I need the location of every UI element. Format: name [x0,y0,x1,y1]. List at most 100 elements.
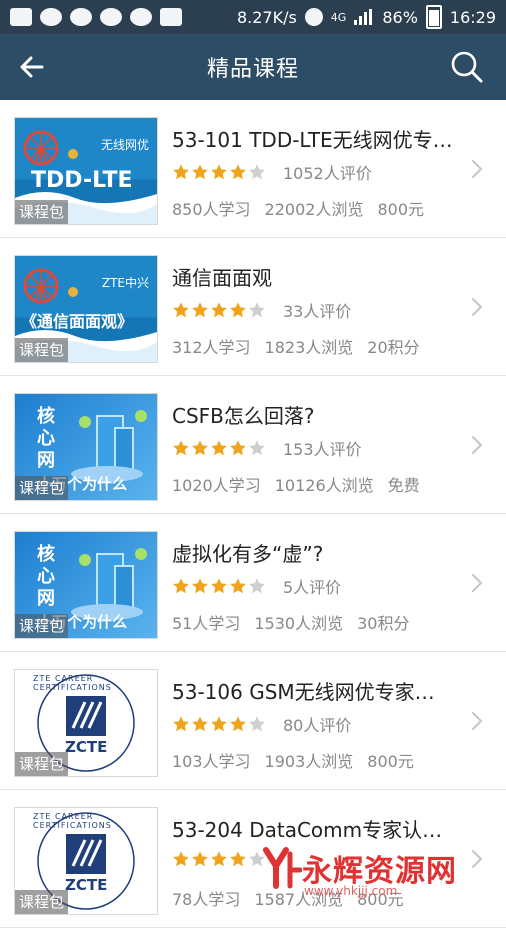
review-count: 153人评价 [283,440,362,459]
thumb-title: TDD-LTE [31,168,133,193]
course-rating [172,850,283,868]
course-thumbnail[interactable]: ZTE CAREER CERTIFICATIONS ZCTE 课程包 [14,807,158,915]
star-icon [173,578,189,594]
thumb-subtitle: ZTE CAREER CERTIFICATIONS [33,674,112,692]
star-icon [230,716,246,732]
weather-icon [130,8,152,26]
star-icon [230,302,246,318]
course-package-tag: 课程包 [15,890,69,914]
course-title: 53-106 GSM无线网优专家… [172,680,435,704]
course-rating: 5人评价 [172,574,341,598]
course-title: 通信面面观 [172,266,272,290]
app-icon [100,8,122,26]
course-title: CSFB怎么回落? [172,404,315,428]
app-bar: 精品课程 [0,34,506,100]
course-thumbnail[interactable]: 核心网 十万个为什么 课程包 [14,531,158,639]
clock: 16:29 [449,7,496,27]
star-icon [249,578,265,594]
course-thumbnail[interactable]: 《通信面面观》 ZTE中兴课程包 [14,255,158,363]
thumb-title: 核心网 [37,544,55,609]
cloud-icon [70,8,92,26]
course-rating: 1052人评价 [172,160,372,184]
course-price: 免费 [387,476,420,495]
star-icon [211,578,227,594]
course-title: 53-204 DataComm专家认… [172,818,443,842]
course-price: 800元 [377,200,424,219]
thumb-title: 核心网 [37,406,55,471]
course-thumbnail[interactable]: ZTE CAREER CERTIFICATIONS ZCTE 课程包 [14,669,158,777]
course-thumbnail[interactable]: TDD-LTE 无线网优 课程包 [14,117,158,225]
course-item[interactable]: 《通信面面观》 ZTE中兴 课程包 通信面面观 33人评价 312人学习 1823人浏览 20… [0,238,506,376]
course-price: 800元 [357,890,404,909]
star-icon [230,440,246,456]
learner-count: 51人学习 [172,614,241,633]
star-icon [211,164,227,180]
star-icon [211,716,227,732]
search-icon[interactable] [450,50,484,84]
status-bar: 8.27K/s 4G 86% 16:29 [0,0,506,34]
star-icon [173,716,189,732]
course-title: 53-101 TDD-LTE无线网优专… [172,128,453,152]
s-app-icon [160,8,182,26]
chevron-right-icon [472,850,483,868]
learner-count: 1020人学习 [172,476,261,495]
star-icon [230,578,246,594]
wechat-icon [40,8,62,26]
view-count: 1587人浏览 [254,890,344,909]
star-icon [173,440,189,456]
chevron-right-icon [472,574,483,592]
chevron-right-icon [472,298,483,316]
course-item[interactable]: TDD-LTE 无线网优 课程包 53-101 TDD-LTE无线网优专… 1052人评… [0,100,506,238]
course-rating: 80人评价 [172,712,351,736]
star-icon [249,164,265,180]
course-package-tag: 课程包 [15,338,69,362]
notification-icons [0,8,182,26]
view-count: 1530人浏览 [254,614,344,633]
learner-count: 850人学习 [172,200,251,219]
signal-icon [354,9,374,25]
course-package-tag: 课程包 [15,200,69,224]
star-icon [230,164,246,180]
star-icon [192,578,208,594]
learner-count: 312人学习 [172,338,251,357]
review-count: 5人评价 [283,578,342,597]
page-title: 精品课程 [206,57,299,82]
course-item[interactable]: ZTE CAREER CERTIFICATIONS ZCTE 课程包 53-204 D… [0,790,506,928]
battery-icon [425,5,442,29]
star-icon [211,440,227,456]
star-icon [192,164,208,180]
course-item[interactable]: 核心网 十万个为什么 课程包 CSFB怎么回落? 153人评价 1020人学习 10126人… [0,376,506,514]
view-count: 1903人浏览 [264,752,354,771]
course-list: TDD-LTE 无线网优 课程包 53-101 TDD-LTE无线网优专… 1052人评… [0,100,506,928]
thumb-subtitle: ZTE中兴 [101,276,149,290]
star-icon [249,440,265,456]
course-package-tag: 课程包 [15,614,69,638]
star-icon [211,302,227,318]
view-count: 1823人浏览 [264,338,354,357]
chevron-right-icon [472,712,483,730]
review-count: 80人评价 [283,716,352,735]
course-item[interactable]: ZTE CAREER CERTIFICATIONS ZCTE 课程包 53-106 G… [0,652,506,790]
thumb-title: 《通信面面观》 [21,312,134,331]
course-price: 800元 [367,752,414,771]
star-icon [192,716,208,732]
thumb-title: ZCTE [65,876,108,894]
course-meta: 312人学习 1823人浏览 20积分 [172,334,420,358]
course-thumbnail[interactable]: 核心网 十万个为什么 课程包 [14,393,158,501]
review-count: 1052人评价 [283,164,372,183]
thumb-subtitle: ZTE CAREER CERTIFICATIONS [33,812,112,830]
course-package-tag: 课程包 [15,752,69,776]
course-rating: 153人评价 [172,436,362,460]
course-title: 虚拟化有多“虚”? [172,542,324,566]
back-arrow-icon[interactable] [18,53,46,81]
course-item[interactable]: 核心网 十万个为什么 课程包 虚拟化有多“虚”? 5人评价 51人学习 1530人浏览 30积… [0,514,506,652]
star-icon [173,164,189,180]
chevron-right-icon [472,160,483,178]
star-icon [173,851,189,867]
chevron-right-icon [472,436,483,454]
course-price: 20积分 [367,338,420,357]
course-meta: 850人学习 22002人浏览 800元 [172,196,424,220]
view-count: 22002人浏览 [264,200,364,219]
star-icon [192,440,208,456]
message-icon [10,8,32,26]
